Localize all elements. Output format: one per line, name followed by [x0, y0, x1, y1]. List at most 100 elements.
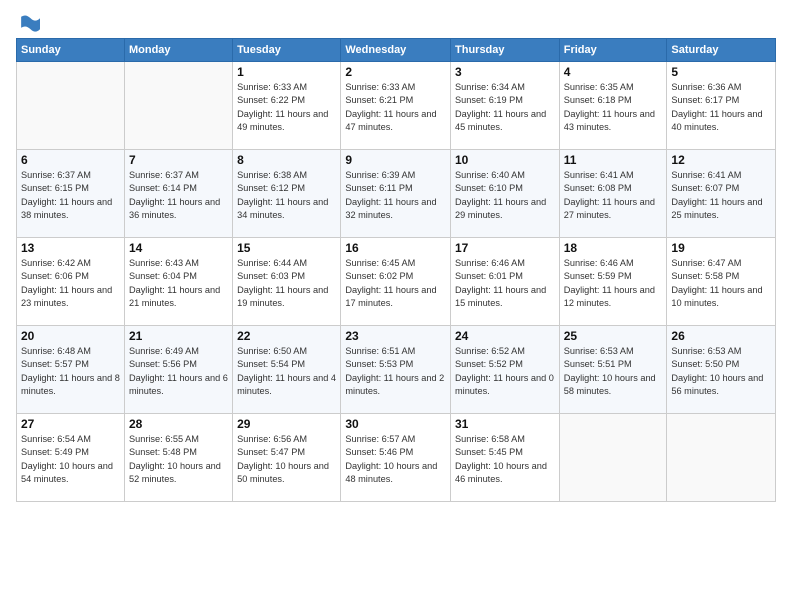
day-info: Sunrise: 6:52 AM Sunset: 5:52 PM Dayligh…: [455, 345, 555, 398]
calendar-week-row: 20 Sunrise: 6:48 AM Sunset: 5:57 PM Dayli…: [17, 326, 776, 414]
day-number: 19: [671, 241, 771, 255]
calendar-day-cell: 18 Sunrise: 6:46 AM Sunset: 5:59 PM Dayli…: [559, 238, 667, 326]
day-number: 31: [455, 417, 555, 431]
day-info: Sunrise: 6:53 AM Sunset: 5:51 PM Dayligh…: [564, 345, 663, 398]
day-info: Sunrise: 6:43 AM Sunset: 6:04 PM Dayligh…: [129, 257, 228, 310]
day-of-week-header: Tuesday: [233, 39, 341, 62]
day-number: 25: [564, 329, 663, 343]
calendar-day-cell: 27Sunrise: 6:54 AM Sunset: 5:49 PM Dayli…: [17, 414, 125, 502]
day-number: 28: [129, 417, 228, 431]
day-number: 3: [455, 65, 555, 79]
day-number: 20: [21, 329, 120, 343]
calendar-day-cell: 12Sunrise: 6:41 AM Sunset: 6:07 PM Dayli…: [667, 150, 776, 238]
day-number: 7: [129, 153, 228, 167]
day-number: 9: [345, 153, 446, 167]
day-info: Sunrise: 6:46 AM Sunset: 6:01 PM Dayligh…: [455, 257, 555, 310]
day-of-week-header: Wednesday: [341, 39, 451, 62]
calendar-day-cell: 4 Sunrise: 6:35 AM Sunset: 6:18 PM Daylig…: [559, 62, 667, 150]
day-number: 26: [671, 329, 771, 343]
calendar-day-cell: [559, 414, 667, 502]
logo-icon: [18, 12, 40, 34]
calendar-day-cell: 31 Sunrise: 6:58 AM Sunset: 5:45 PM Dayli…: [451, 414, 560, 502]
day-info: Sunrise: 6:42 AM Sunset: 6:06 PM Dayligh…: [21, 257, 120, 310]
day-number: 16: [345, 241, 446, 255]
day-info: Sunrise: 6:46 AM Sunset: 5:59 PM Dayligh…: [564, 257, 663, 310]
day-info: Sunrise: 6:56 AM Sunset: 5:47 PM Dayligh…: [237, 433, 336, 486]
calendar-day-cell: 3Sunrise: 6:34 AM Sunset: 6:19 PM Daylig…: [451, 62, 560, 150]
day-number: 27: [21, 417, 120, 431]
day-info: Sunrise: 6:47 AM Sunset: 5:58 PM Dayligh…: [671, 257, 771, 310]
day-info: Sunrise: 6:53 AM Sunset: 5:50 PM Dayligh…: [671, 345, 771, 398]
header: [16, 12, 776, 32]
day-of-week-header: Saturday: [667, 39, 776, 62]
day-info: Sunrise: 6:51 AM Sunset: 5:53 PM Dayligh…: [345, 345, 446, 398]
day-info: Sunrise: 6:41 AM Sunset: 6:08 PM Dayligh…: [564, 169, 663, 222]
day-number: 23: [345, 329, 446, 343]
day-number: 13: [21, 241, 120, 255]
calendar-day-cell: 10 Sunrise: 6:40 AM Sunset: 6:10 PM Dayli…: [451, 150, 560, 238]
calendar-day-cell: 28Sunrise: 6:55 AM Sunset: 5:48 PM Dayli…: [124, 414, 232, 502]
day-number: 21: [129, 329, 228, 343]
calendar-day-cell: 23 Sunrise: 6:51 AM Sunset: 5:53 PM Dayli…: [341, 326, 451, 414]
day-number: 5: [671, 65, 771, 79]
logo: [16, 12, 40, 32]
calendar-day-cell: [124, 62, 232, 150]
calendar-day-cell: 8Sunrise: 6:38 AM Sunset: 6:12 PM Daylig…: [233, 150, 341, 238]
calendar-day-cell: 14 Sunrise: 6:43 AM Sunset: 6:04 PM Dayli…: [124, 238, 232, 326]
day-info: Sunrise: 6:38 AM Sunset: 6:12 PM Dayligh…: [237, 169, 336, 222]
calendar-day-cell: [17, 62, 125, 150]
calendar-day-cell: 24 Sunrise: 6:52 AM Sunset: 5:52 PM Dayli…: [451, 326, 560, 414]
day-number: 6: [21, 153, 120, 167]
day-info: Sunrise: 6:33 AM Sunset: 6:22 PM Dayligh…: [237, 81, 336, 134]
calendar-day-cell: 5 Sunrise: 6:36 AM Sunset: 6:17 PM Daylig…: [667, 62, 776, 150]
day-of-week-header: Monday: [124, 39, 232, 62]
day-number: 29: [237, 417, 336, 431]
day-number: 2: [345, 65, 446, 79]
calendar-day-cell: 7Sunrise: 6:37 AM Sunset: 6:14 PM Daylig…: [124, 150, 232, 238]
calendar-header-row: SundayMondayTuesdayWednesdayThursdayFrid…: [17, 39, 776, 62]
day-number: 11: [564, 153, 663, 167]
calendar-day-cell: 26 Sunrise: 6:53 AM Sunset: 5:50 PM Dayli…: [667, 326, 776, 414]
calendar-day-cell: 13 Sunrise: 6:42 AM Sunset: 6:06 PM Dayli…: [17, 238, 125, 326]
day-info: Sunrise: 6:44 AM Sunset: 6:03 PM Dayligh…: [237, 257, 336, 310]
day-of-week-header: Sunday: [17, 39, 125, 62]
day-info: Sunrise: 6:33 AM Sunset: 6:21 PM Dayligh…: [345, 81, 446, 134]
calendar-day-cell: 9 Sunrise: 6:39 AM Sunset: 6:11 PM Daylig…: [341, 150, 451, 238]
day-info: Sunrise: 6:36 AM Sunset: 6:17 PM Dayligh…: [671, 81, 771, 134]
page: SundayMondayTuesdayWednesdayThursdayFrid…: [0, 0, 792, 612]
calendar-day-cell: 16 Sunrise: 6:45 AM Sunset: 6:02 PM Dayli…: [341, 238, 451, 326]
day-info: Sunrise: 6:48 AM Sunset: 5:57 PM Dayligh…: [21, 345, 120, 398]
calendar-day-cell: [667, 414, 776, 502]
day-number: 17: [455, 241, 555, 255]
calendar-day-cell: 22Sunrise: 6:50 AM Sunset: 5:54 PM Dayli…: [233, 326, 341, 414]
calendar-week-row: 13 Sunrise: 6:42 AM Sunset: 6:06 PM Dayli…: [17, 238, 776, 326]
day-number: 14: [129, 241, 228, 255]
day-info: Sunrise: 6:35 AM Sunset: 6:18 PM Dayligh…: [564, 81, 663, 134]
day-info: Sunrise: 6:41 AM Sunset: 6:07 PM Dayligh…: [671, 169, 771, 222]
day-info: Sunrise: 6:58 AM Sunset: 5:45 PM Dayligh…: [455, 433, 555, 486]
day-number: 30: [345, 417, 446, 431]
calendar-day-cell: 6 Sunrise: 6:37 AM Sunset: 6:15 PM Daylig…: [17, 150, 125, 238]
calendar-day-cell: 25 Sunrise: 6:53 AM Sunset: 5:51 PM Dayli…: [559, 326, 667, 414]
calendar-week-row: 27Sunrise: 6:54 AM Sunset: 5:49 PM Dayli…: [17, 414, 776, 502]
day-number: 18: [564, 241, 663, 255]
calendar-day-cell: 21Sunrise: 6:49 AM Sunset: 5:56 PM Dayli…: [124, 326, 232, 414]
day-info: Sunrise: 6:39 AM Sunset: 6:11 PM Dayligh…: [345, 169, 446, 222]
calendar-day-cell: 15Sunrise: 6:44 AM Sunset: 6:03 PM Dayli…: [233, 238, 341, 326]
calendar-day-cell: 11 Sunrise: 6:41 AM Sunset: 6:08 PM Dayli…: [559, 150, 667, 238]
day-of-week-header: Friday: [559, 39, 667, 62]
day-info: Sunrise: 6:40 AM Sunset: 6:10 PM Dayligh…: [455, 169, 555, 222]
day-number: 24: [455, 329, 555, 343]
calendar-week-row: 1Sunrise: 6:33 AM Sunset: 6:22 PM Daylig…: [17, 62, 776, 150]
calendar-day-cell: 17 Sunrise: 6:46 AM Sunset: 6:01 PM Dayli…: [451, 238, 560, 326]
calendar-day-cell: 30Sunrise: 6:57 AM Sunset: 5:46 PM Dayli…: [341, 414, 451, 502]
calendar-day-cell: 2 Sunrise: 6:33 AM Sunset: 6:21 PM Daylig…: [341, 62, 451, 150]
calendar-day-cell: 1Sunrise: 6:33 AM Sunset: 6:22 PM Daylig…: [233, 62, 341, 150]
day-number: 4: [564, 65, 663, 79]
day-of-week-header: Thursday: [451, 39, 560, 62]
calendar-day-cell: 29 Sunrise: 6:56 AM Sunset: 5:47 PM Dayli…: [233, 414, 341, 502]
day-info: Sunrise: 6:37 AM Sunset: 6:15 PM Dayligh…: [21, 169, 120, 222]
calendar-day-cell: 19 Sunrise: 6:47 AM Sunset: 5:58 PM Dayli…: [667, 238, 776, 326]
day-info: Sunrise: 6:45 AM Sunset: 6:02 PM Dayligh…: [345, 257, 446, 310]
day-number: 10: [455, 153, 555, 167]
